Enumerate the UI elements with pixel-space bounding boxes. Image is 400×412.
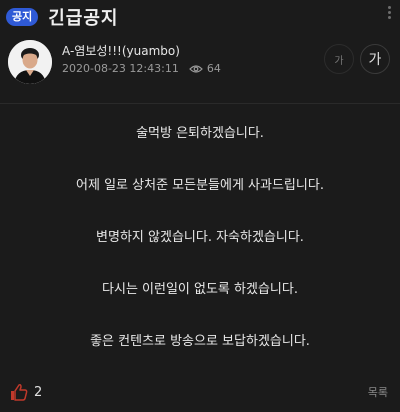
avatar[interactable] (8, 40, 52, 84)
divider (0, 103, 400, 104)
content-line: 좋은 컨텐츠로 방송으로 보답하겠습니다. (90, 334, 310, 349)
view-count-value: 64 (206, 62, 221, 75)
post-page: 공지 긴급공지 A-염보성!!!(yuambo) 2020-08-23 12:4… (0, 0, 400, 412)
author-row: A-염보성!!!(yuambo) 2020-08-23 12:43:11 64 … (8, 40, 390, 86)
post-meta: 2020-08-23 12:43:11 64 (62, 62, 221, 75)
content-line: 변명하지 않겠습니다. 자숙하겠습니다. (96, 230, 304, 245)
like-count: 2 (34, 384, 43, 400)
font-size-decrease-button[interactable]: 가 (324, 44, 354, 74)
font-size-increase-button[interactable]: 가 (360, 44, 390, 74)
post-header: 공지 긴급공지 (6, 6, 400, 29)
content-line: 술먹방 은퇴하겠습니다. (136, 126, 264, 141)
list-button[interactable]: 목록 (368, 384, 388, 400)
content-line: 어제 일로 상처준 모든분들에게 사과드립니다. (76, 178, 324, 193)
post-content: 술먹방 은퇴하겠습니다. 어제 일로 상처준 모든분들에게 사과드립니다. 변명… (0, 122, 400, 382)
post-footer: 2 목록 (10, 380, 388, 404)
notice-badge: 공지 (6, 8, 39, 26)
post-datetime: 2020-08-23 12:43:11 (62, 62, 179, 75)
content-line: 다시는 이런일이 없도록 하겠습니다. (102, 282, 298, 297)
like-button[interactable]: 2 (10, 383, 42, 401)
view-count: 64 (188, 62, 221, 75)
more-vertical-icon[interactable] (386, 6, 392, 19)
post-title: 긴급공지 (48, 8, 119, 29)
avatar-image (8, 40, 52, 84)
eye-icon (188, 64, 203, 73)
author-name[interactable]: A-염보성!!!(yuambo) (62, 42, 180, 59)
thumbs-up-icon (11, 384, 28, 401)
